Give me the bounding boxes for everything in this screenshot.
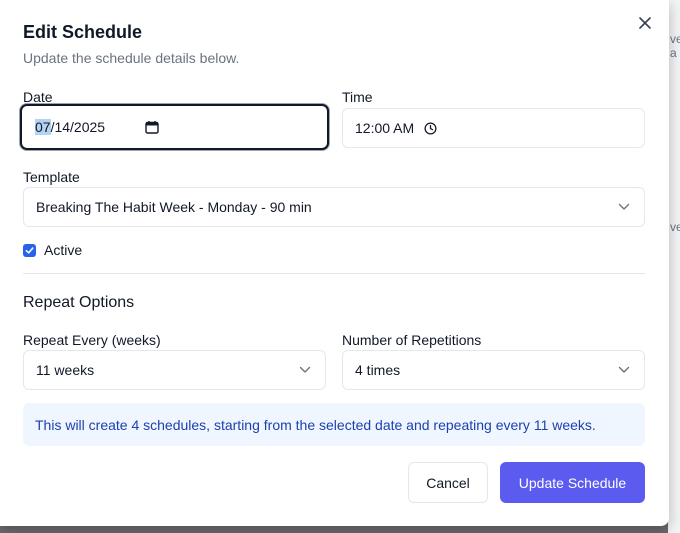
template-select[interactable]: Breaking The Habit Week - Monday - 90 mi… (23, 187, 645, 227)
chevron-down-icon (618, 366, 630, 374)
cancel-button[interactable]: Cancel (408, 462, 488, 503)
clock-icon[interactable] (424, 121, 437, 135)
check-icon (25, 246, 34, 254)
repeat-every-select[interactable]: 11 weeks (23, 350, 326, 390)
close-button[interactable] (634, 12, 656, 34)
template-label: Template (23, 169, 80, 185)
repeat-info-text: This will create 4 schedules, starting f… (35, 416, 596, 433)
background-text: a (670, 46, 677, 60)
calendar-icon[interactable] (145, 120, 159, 134)
date-rest: /14/2025 (50, 119, 106, 135)
date-label: Date (23, 89, 53, 105)
date-month-segment[interactable]: 07 (35, 119, 51, 135)
background-text: ve (670, 220, 680, 234)
repetitions-select[interactable]: 4 times (342, 350, 645, 390)
date-input[interactable]: 07/14/2025 (20, 104, 329, 150)
active-checkbox[interactable] (23, 243, 36, 257)
repeat-options-title: Repeat Options (23, 294, 135, 311)
template-value: Breaking The Habit Week - Monday - 90 mi… (36, 199, 312, 215)
time-input[interactable]: 12:00 AM (342, 108, 645, 148)
time-value: 12:00 AM (355, 120, 415, 136)
repeat-info-box: This will create 4 schedules, starting f… (23, 403, 645, 446)
chevron-down-icon (618, 203, 630, 211)
date-value: 07/14/2025 (35, 119, 314, 135)
active-toggle-row[interactable]: Active (23, 242, 82, 258)
dialog-title: Edit Schedule (23, 22, 143, 42)
repetitions-value: 4 times (355, 362, 401, 378)
background-text: ve (670, 32, 680, 46)
background-page: ve a ve (668, 0, 680, 533)
dialog-subtitle: Update the schedule details below. (23, 50, 240, 66)
repeat-every-value: 11 weeks (36, 362, 95, 378)
repeat-every-label: Repeat Every (weeks) (23, 332, 161, 348)
update-schedule-button[interactable]: Update Schedule (500, 462, 645, 503)
active-label: Active (44, 242, 83, 258)
chevron-down-icon (299, 366, 311, 374)
close-icon (639, 17, 651, 29)
time-label: Time (342, 89, 373, 105)
section-divider (23, 273, 645, 274)
edit-schedule-dialog: Edit Schedule Update the schedule detail… (0, 0, 669, 526)
repetitions-label: Number of Repetitions (342, 332, 482, 348)
